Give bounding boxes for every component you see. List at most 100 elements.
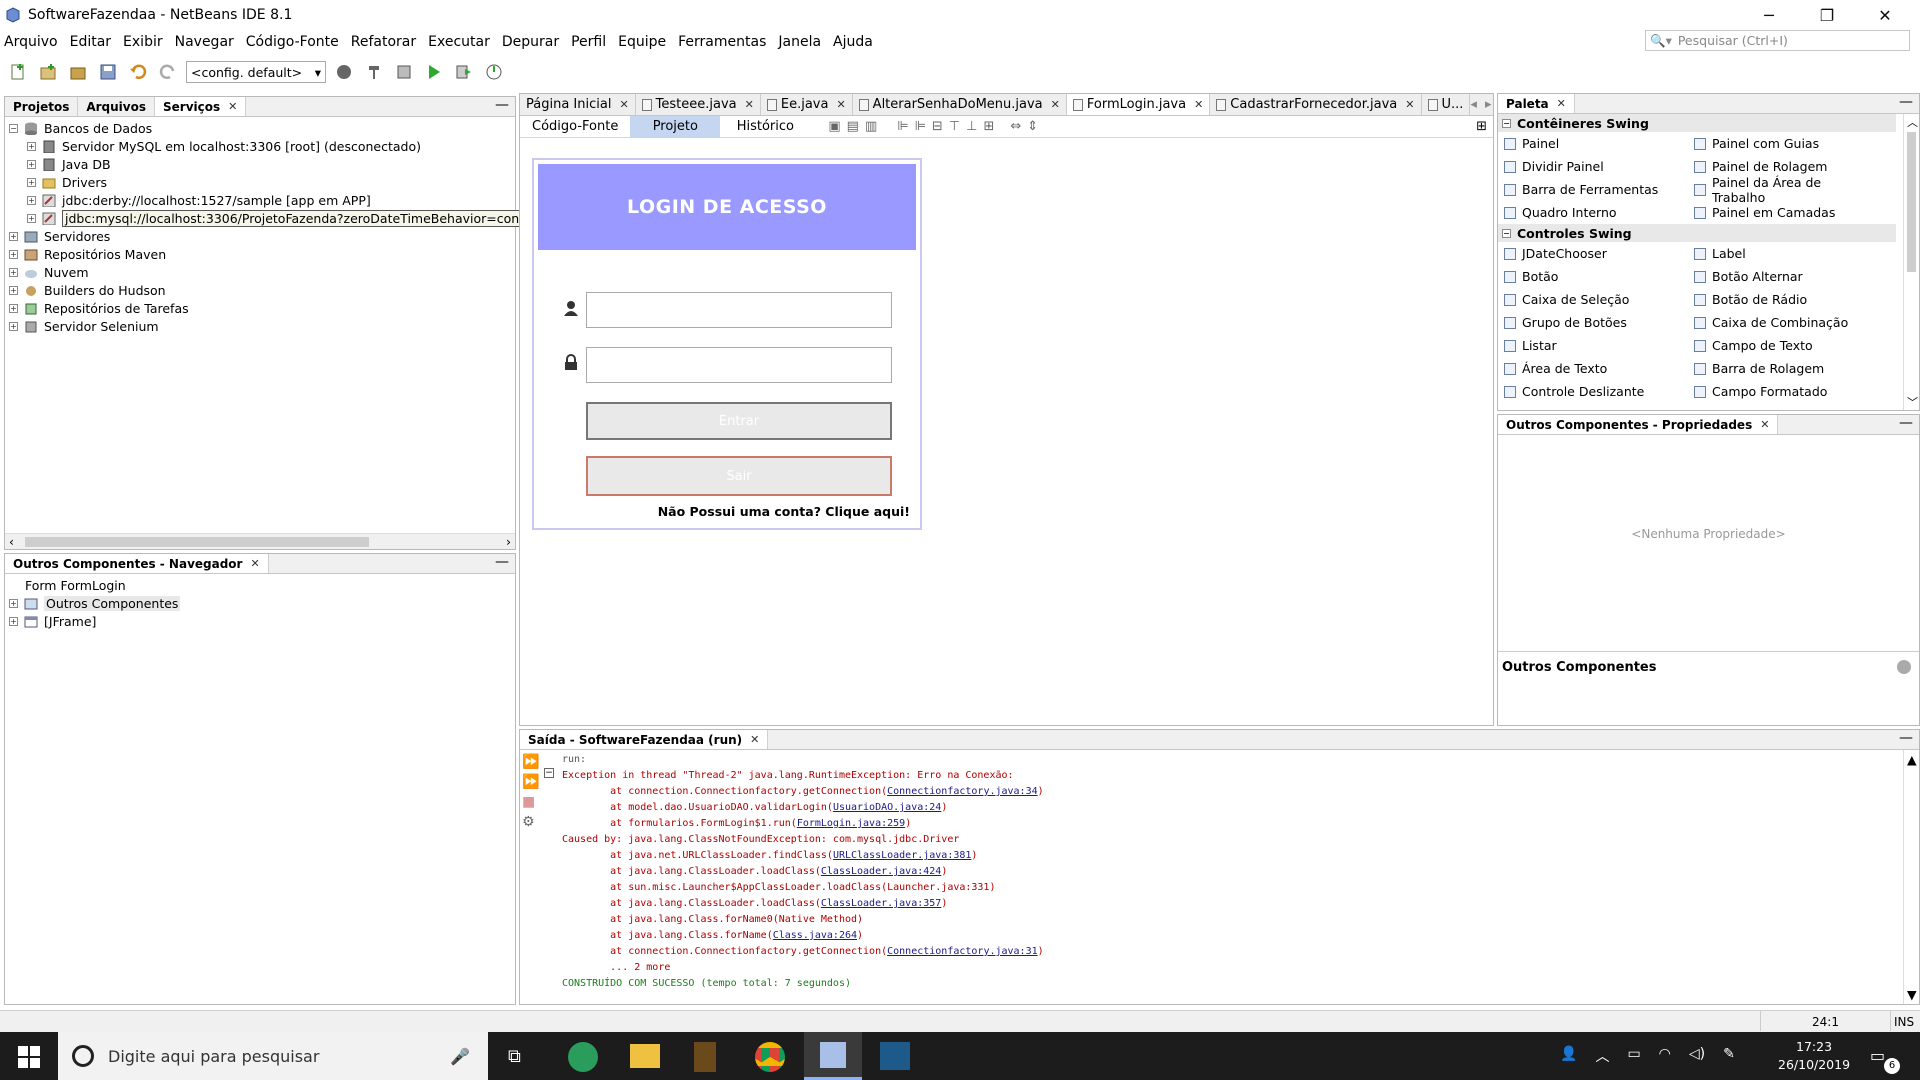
config-select[interactable]: <config. default> ▾ [186, 61, 326, 83]
search-input[interactable]: 🔍▾ Pesquisar (Ctrl+I) [1645, 30, 1910, 51]
menu-item-11[interactable]: Janela [778, 34, 821, 50]
menu-item-12[interactable]: Ajuda [833, 34, 873, 50]
tab-projetos[interactable]: Projetos [5, 97, 79, 116]
clock[interactable]: 17:23 26/10/2019 [1778, 1038, 1850, 1074]
horizontal-scrollbar[interactable]: ‹ › [5, 533, 515, 549]
people-icon[interactable]: 👤 [1560, 1046, 1577, 1066]
scrollbar-thumb[interactable] [1907, 132, 1916, 272]
stacktrace-link[interactable]: Class.java:264 [773, 930, 857, 941]
resize-h-icon[interactable]: ⇔ [1010, 119, 1021, 134]
menu-item-6[interactable]: Executar [428, 34, 490, 50]
minimize-icon[interactable]: — [495, 97, 509, 113]
menu-item-8[interactable]: Perfil [571, 34, 606, 50]
vertical-scrollbar[interactable]: ▲ ▼ [1903, 750, 1919, 1004]
rerun-icon[interactable]: ⏩ [522, 754, 542, 770]
close-icon[interactable]: ✕ [1194, 98, 1203, 111]
palette-item[interactable]: Botão de Rádio [1688, 292, 1878, 307]
save-all-icon[interactable] [96, 60, 120, 84]
editor-tab-1[interactable]: Testeee.java ✕ [636, 94, 761, 115]
close-icon[interactable]: ✕ [1405, 98, 1414, 111]
stacktrace-link[interactable]: Connectionfactory.java:34 [887, 786, 1038, 797]
close-icon[interactable]: ✕ [250, 557, 259, 570]
chevron-up-icon[interactable]: ︿ [1595, 1046, 1609, 1066]
selection-mode-icon[interactable]: ▣ [828, 119, 840, 134]
tab-arquivos[interactable]: Arquivos [78, 97, 156, 116]
file-explorer-icon[interactable] [630, 1044, 660, 1068]
scroll-left-icon[interactable]: ‹ [9, 534, 14, 549]
windows-start-icon[interactable] [18, 1046, 40, 1071]
tree-item-jframe[interactable]: + [JFrame] [5, 612, 515, 630]
clean-build-icon[interactable] [362, 60, 386, 84]
tree-item-servidores[interactable]: + Servidores [5, 227, 515, 245]
browser-icon[interactable] [332, 60, 356, 84]
tab-palette[interactable]: Paleta ✕ [1498, 94, 1575, 113]
tab-scroll-right-icon[interactable]: ▸ [1485, 97, 1492, 112]
tree-item-drivers[interactable]: + Drivers [5, 173, 515, 191]
palette-item[interactable]: Painel de Rolagem [1688, 159, 1878, 174]
editor-tab-0[interactable]: Página Inicial ✕ [520, 94, 636, 115]
username-field[interactable] [586, 292, 892, 328]
palette-item[interactable]: Campo Formatado [1688, 384, 1878, 399]
editor-tab-6[interactable]: U... [1422, 94, 1471, 115]
minimize-icon[interactable]: — [1899, 415, 1913, 431]
palette-item[interactable]: Campo de Texto [1688, 338, 1878, 353]
pen-icon[interactable]: ✎ [1723, 1046, 1735, 1066]
scroll-right-icon[interactable]: › [506, 534, 511, 549]
microphone-icon[interactable]: 🎤 [450, 1047, 470, 1066]
restore-icon[interactable]: ❐ [1798, 0, 1856, 30]
center-v-icon[interactable]: ⊞ [983, 119, 994, 134]
menu-item-4[interactable]: Código-Fonte [246, 34, 339, 50]
scroll-up-icon[interactable]: ▲ [1907, 752, 1917, 767]
password-field[interactable] [586, 347, 892, 383]
collapse-icon[interactable]: − [1502, 228, 1511, 238]
maximize-icon[interactable]: ⊞ [1476, 119, 1487, 134]
netbeans-taskbar-icon[interactable] [804, 1032, 862, 1080]
close-icon[interactable]: ✕ [1760, 418, 1769, 431]
align-right-icon[interactable]: ⊫ [915, 119, 926, 134]
stacktrace-link[interactable]: URLClassLoader.java:381 [833, 850, 971, 861]
tree-item-form[interactable]: Form FormLogin [5, 576, 515, 594]
close-icon[interactable]: ✕ [836, 98, 845, 111]
editor-tab-4[interactable]: FormLogin.java ✕ [1066, 94, 1211, 115]
volume-icon[interactable]: ◁) [1689, 1046, 1705, 1066]
new-file-icon[interactable] [6, 60, 30, 84]
app-icon[interactable] [568, 1042, 598, 1072]
chrome-icon[interactable] [755, 1042, 785, 1072]
app-icon[interactable] [694, 1042, 716, 1072]
tree-item-mysql[interactable]: + Servidor MySQL em localhost:3306 [root]… [5, 137, 515, 155]
tree-item-derby[interactable]: + jdbc:derby://localhost:1527/sample [app… [5, 191, 515, 209]
align-bottom-icon[interactable]: ⊥ [966, 119, 977, 134]
palette-item[interactable]: Dividir Painel [1498, 159, 1688, 174]
tree-item-maven[interactable]: + Repositórios Maven [5, 245, 515, 263]
stacktrace-link[interactable]: UsuarioDAO.java:24 [833, 802, 941, 813]
task-view-icon[interactable]: ⧉ [508, 1046, 521, 1067]
menu-item-7[interactable]: Depurar [502, 34, 559, 50]
scroll-down-icon[interactable]: ▼ [1907, 987, 1917, 1002]
collapse-icon[interactable]: − [1502, 118, 1511, 128]
tree-item-javadb[interactable]: + Java DB [5, 155, 515, 173]
debug-icon[interactable] [452, 60, 476, 84]
close-icon[interactable]: ✕ [750, 733, 759, 746]
wifi-icon[interactable]: ◠ [1659, 1046, 1671, 1066]
palette-section[interactable]: − Contêineres Swing [1498, 114, 1896, 132]
scroll-down-icon[interactable]: ﹀ [1907, 394, 1918, 410]
palette-item[interactable]: Barra de Rolagem [1688, 361, 1878, 376]
close-icon[interactable]: ✕ [1557, 97, 1566, 110]
palette-item[interactable]: JDateChooser [1498, 246, 1688, 261]
app-icon[interactable] [880, 1042, 910, 1070]
close-icon[interactable]: ✕ [619, 98, 628, 111]
settings-icon[interactable]: ⚙ [522, 814, 542, 830]
menu-item-2[interactable]: Exibir [123, 34, 163, 50]
align-left-icon[interactable]: ⊫ [897, 119, 908, 134]
palette-item[interactable]: Painel em Camadas [1688, 205, 1878, 220]
battery-icon[interactable]: ▭ [1627, 1046, 1640, 1066]
tree-item-tarefas[interactable]: + Repositórios de Tarefas [5, 299, 515, 317]
tab-properties[interactable]: Outros Componentes - Propriedades ✕ [1498, 415, 1779, 434]
stop-icon[interactable]: ■ [522, 794, 542, 810]
tree-item-selenium[interactable]: + Servidor Selenium [5, 317, 515, 335]
tab-historico[interactable]: Histórico [720, 116, 810, 138]
open-project-icon[interactable] [66, 60, 90, 84]
tab-navigator[interactable]: Outros Componentes - Navegador ✕ [5, 554, 269, 573]
scroll-up-icon[interactable]: ︿ [1907, 114, 1918, 130]
tab-servicos[interactable]: Serviços ✕ [155, 97, 247, 116]
